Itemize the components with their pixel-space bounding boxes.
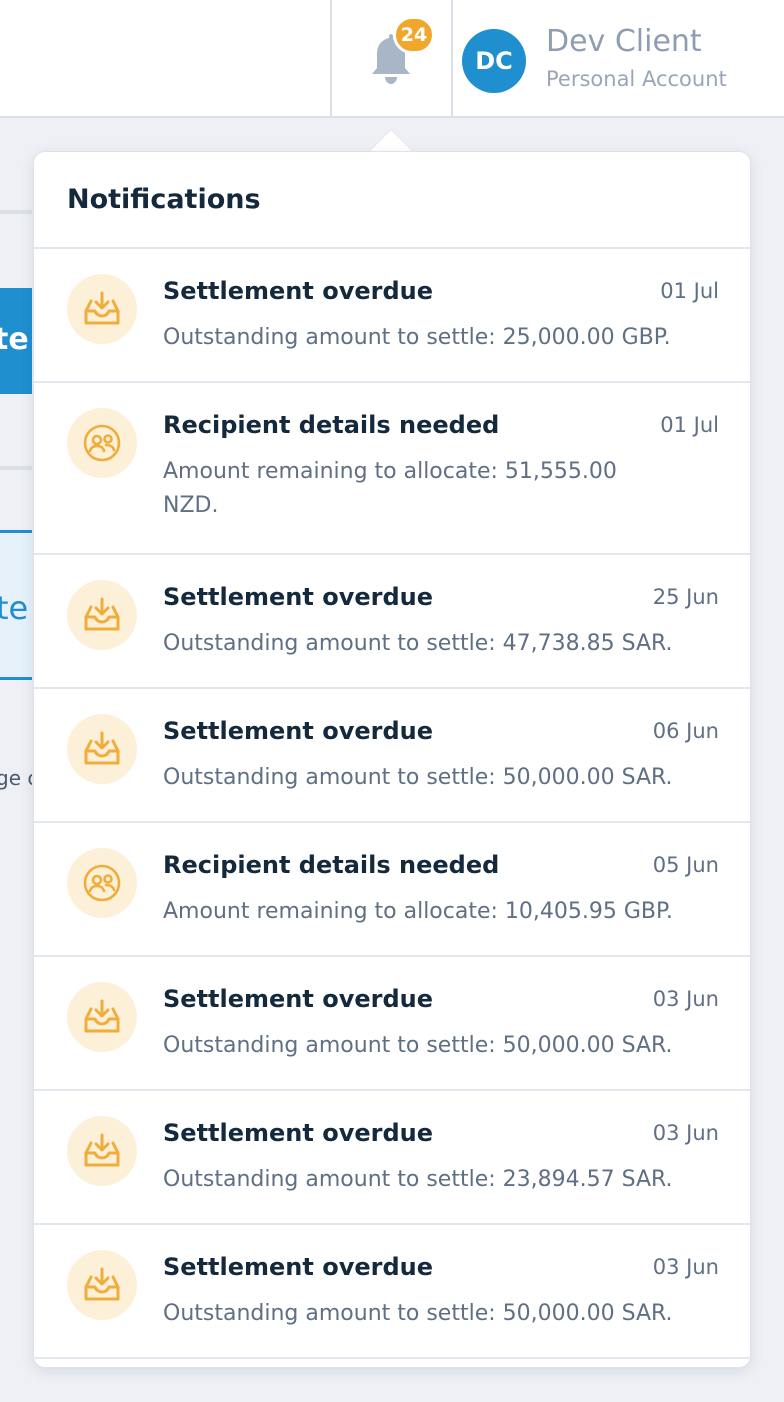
inbox-download-icon — [67, 1250, 137, 1320]
notification-title: Settlement overdue — [163, 583, 433, 611]
notification-date: 03 Jun — [652, 1121, 719, 1145]
header-divider — [451, 0, 453, 118]
notification-item[interactable]: Settlement overdue 03 Jun Outstanding am… — [34, 1091, 750, 1225]
notification-date: 25 Jun — [652, 585, 719, 609]
notifications-panel: Notifications Settlement overdue 01 Jul … — [33, 151, 751, 1368]
notification-message: Outstanding amount to settle: 25,000.00 … — [163, 325, 671, 350]
notification-title: Settlement overdue — [163, 985, 433, 1013]
notifications-button[interactable]: 24 — [364, 16, 435, 90]
notification-title: Settlement overdue — [163, 1119, 433, 1147]
notification-message: Outstanding amount to settle: 47,738.85 … — [163, 631, 673, 656]
notification-title: Settlement overdue — [163, 277, 433, 305]
inbox-download-icon — [67, 982, 137, 1052]
inbox-download-icon — [67, 1116, 137, 1186]
avatar: DC — [462, 29, 526, 93]
notification-message: Outstanding amount to settle: 23,894.57 … — [163, 1167, 673, 1192]
notification-message: Amount remaining to allocate: 51,555.00 … — [163, 459, 617, 518]
notification-date: 06 Jun — [652, 719, 719, 743]
notifications-list: Settlement overdue 01 Jul Outstanding am… — [34, 249, 750, 1359]
notification-item[interactable]: Recipient details needed 05 Jun Amount r… — [34, 823, 750, 957]
notification-date: 01 Jul — [660, 279, 719, 303]
notification-title: Recipient details needed — [163, 411, 500, 439]
notification-message: Outstanding amount to settle: 50,000.00 … — [163, 765, 673, 790]
notification-title: Settlement overdue — [163, 717, 433, 745]
background-text: ge c — [0, 766, 32, 790]
notification-date: 03 Jun — [652, 1255, 719, 1279]
inbox-download-icon — [67, 274, 137, 344]
notification-date: 03 Jun — [652, 987, 719, 1011]
notification-message: Outstanding amount to settle: 50,000.00 … — [163, 1301, 673, 1326]
users-icon — [67, 848, 137, 918]
notification-date: 01 Jul — [660, 413, 719, 437]
account-menu[interactable]: DC Dev Client Personal Account — [462, 24, 782, 96]
notification-message: Amount remaining to allocate: 10,405.95 … — [163, 899, 673, 924]
background-primary-button[interactable]: te — [0, 288, 32, 394]
notification-item[interactable]: Settlement overdue 03 Jun Outstanding am… — [34, 1225, 750, 1359]
background-divider — [0, 210, 32, 214]
notification-item[interactable]: Settlement overdue 06 Jun Outstanding am… — [34, 689, 750, 823]
header-divider — [330, 0, 332, 118]
notification-title: Recipient details needed — [163, 851, 500, 879]
notification-item[interactable]: Settlement overdue 01 Jul Outstanding am… — [34, 249, 750, 383]
account-type: Personal Account — [546, 67, 727, 91]
inbox-download-icon — [67, 714, 137, 784]
background-divider — [0, 466, 32, 470]
notification-date: 05 Jun — [652, 853, 719, 877]
panel-caret — [369, 130, 413, 152]
background-selected-box[interactable]: te — [0, 530, 32, 680]
account-name: Dev Client — [546, 24, 702, 59]
notification-count-badge: 24 — [393, 16, 435, 54]
notification-item[interactable]: Settlement overdue 03 Jun Outstanding am… — [34, 957, 750, 1091]
inbox-download-icon — [67, 580, 137, 650]
notification-message: Outstanding amount to settle: 50,000.00 … — [163, 1033, 673, 1058]
users-icon — [67, 408, 137, 478]
notification-title: Settlement overdue — [163, 1253, 433, 1281]
panel-title: Notifications — [67, 184, 261, 215]
notification-item[interactable]: Settlement overdue 25 Jun Outstanding am… — [34, 555, 750, 689]
notification-item[interactable]: Recipient details needed 01 Jul Amount r… — [34, 383, 750, 555]
top-header: 24 DC Dev Client Personal Account — [0, 0, 784, 118]
